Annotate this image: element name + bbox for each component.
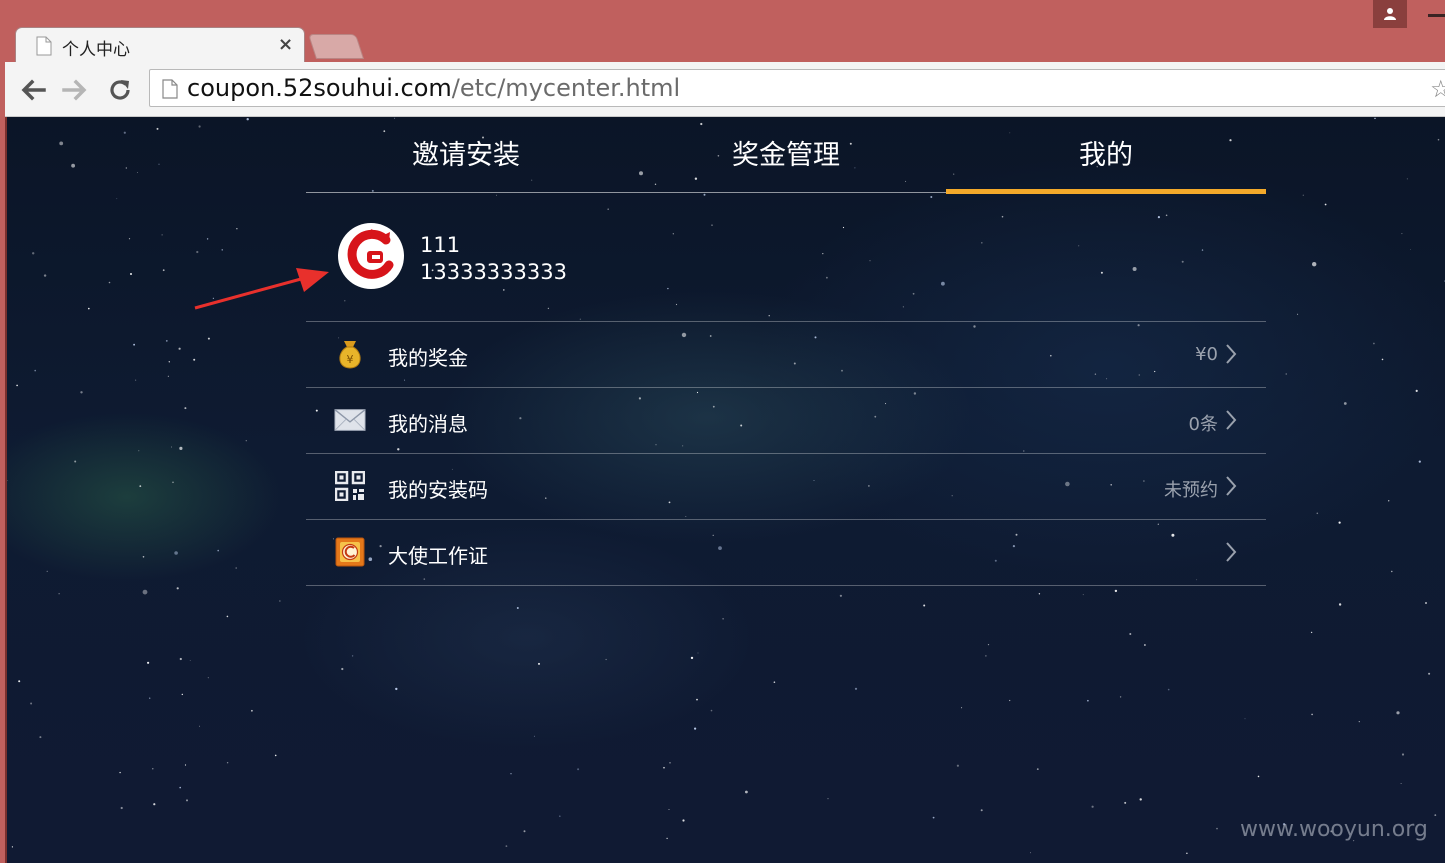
page-viewport: 邀请安装 奖金管理 我的 111 13333333333 ¥ 我的奖金 ¥0 我… xyxy=(5,117,1445,863)
svg-text:¥: ¥ xyxy=(347,353,354,366)
url-host: coupon.52souhui.com xyxy=(187,74,452,102)
window-minimize-button[interactable] xyxy=(1428,14,1445,17)
reload-icon xyxy=(110,80,130,100)
menu-value: ¥0 xyxy=(1195,344,1218,365)
menu-value: 未预约 xyxy=(1164,480,1218,501)
chevron-right-icon xyxy=(1226,476,1237,496)
tab-bonus-management[interactable]: 奖金管理 xyxy=(626,117,946,192)
tab-close-button[interactable]: × xyxy=(278,34,293,55)
menu-value: 0条 xyxy=(1188,414,1218,435)
menu-label: 我的奖金 xyxy=(388,346,468,370)
chevron-right-icon xyxy=(1226,344,1237,364)
reload-button[interactable] xyxy=(105,75,135,105)
bookmark-star-icon[interactable]: ☆ xyxy=(1430,75,1445,103)
badge-icon xyxy=(334,536,366,568)
browser-toolbar: coupon.52souhui.com/etc/mycenter.html ☆ xyxy=(5,62,1445,117)
watermark: www.wooyun.org xyxy=(1240,817,1428,842)
tab-title: 个人中心 xyxy=(62,40,130,60)
back-button[interactable] xyxy=(18,75,48,105)
menu-item-my-bonus[interactable]: ¥ 我的奖金 ¥0 xyxy=(306,322,1266,388)
menu-item-my-messages[interactable]: 我的消息 0条 xyxy=(306,388,1266,454)
envelope-icon xyxy=(334,404,366,436)
top-nav: 邀请安装 奖金管理 我的 xyxy=(306,117,1266,194)
menu-label: 我的安装码 xyxy=(388,478,488,502)
browser-titlebar: 个人中心 × xyxy=(0,0,1445,63)
user-name: 111 xyxy=(420,233,461,257)
brand-logo-icon xyxy=(347,229,394,279)
browser-tab[interactable]: 个人中心 × xyxy=(15,27,305,63)
chevron-right-icon xyxy=(1226,542,1237,562)
user-phone: 13333333333 xyxy=(420,260,567,284)
menu-item-ambassador-badge[interactable]: 大使工作证 xyxy=(306,520,1266,586)
back-arrow-icon xyxy=(21,79,46,101)
tab-mine[interactable]: 我的 xyxy=(946,117,1266,194)
address-bar[interactable]: coupon.52souhui.com/etc/mycenter.html ☆ xyxy=(149,69,1445,107)
forward-arrow-icon xyxy=(62,79,87,101)
menu-item-my-install-code[interactable]: 我的安装码 未预约 xyxy=(306,454,1266,520)
money-bag-icon: ¥ xyxy=(334,338,366,370)
menu-list: ¥ 我的奖金 ¥0 我的消息 0条 我的安装码 未预约 大使工作证 xyxy=(306,321,1266,586)
browser-profile-button[interactable] xyxy=(1373,0,1407,28)
new-tab-button[interactable] xyxy=(307,34,365,59)
person-icon xyxy=(1384,8,1396,20)
tab-invite-install[interactable]: 邀请安装 xyxy=(306,117,626,192)
page-icon xyxy=(36,36,52,56)
forward-button[interactable] xyxy=(60,75,90,105)
menu-label: 大使工作证 xyxy=(388,544,488,568)
url-path: /etc/mycenter.html xyxy=(451,74,681,102)
url-text: coupon.52souhui.com/etc/mycenter.html xyxy=(187,74,680,102)
avatar[interactable] xyxy=(338,223,404,289)
annotation-arrow-icon xyxy=(194,268,329,310)
chevron-right-icon xyxy=(1226,410,1237,430)
page-icon xyxy=(162,79,178,99)
menu-label: 我的消息 xyxy=(388,412,468,436)
qr-code-icon xyxy=(334,470,366,502)
